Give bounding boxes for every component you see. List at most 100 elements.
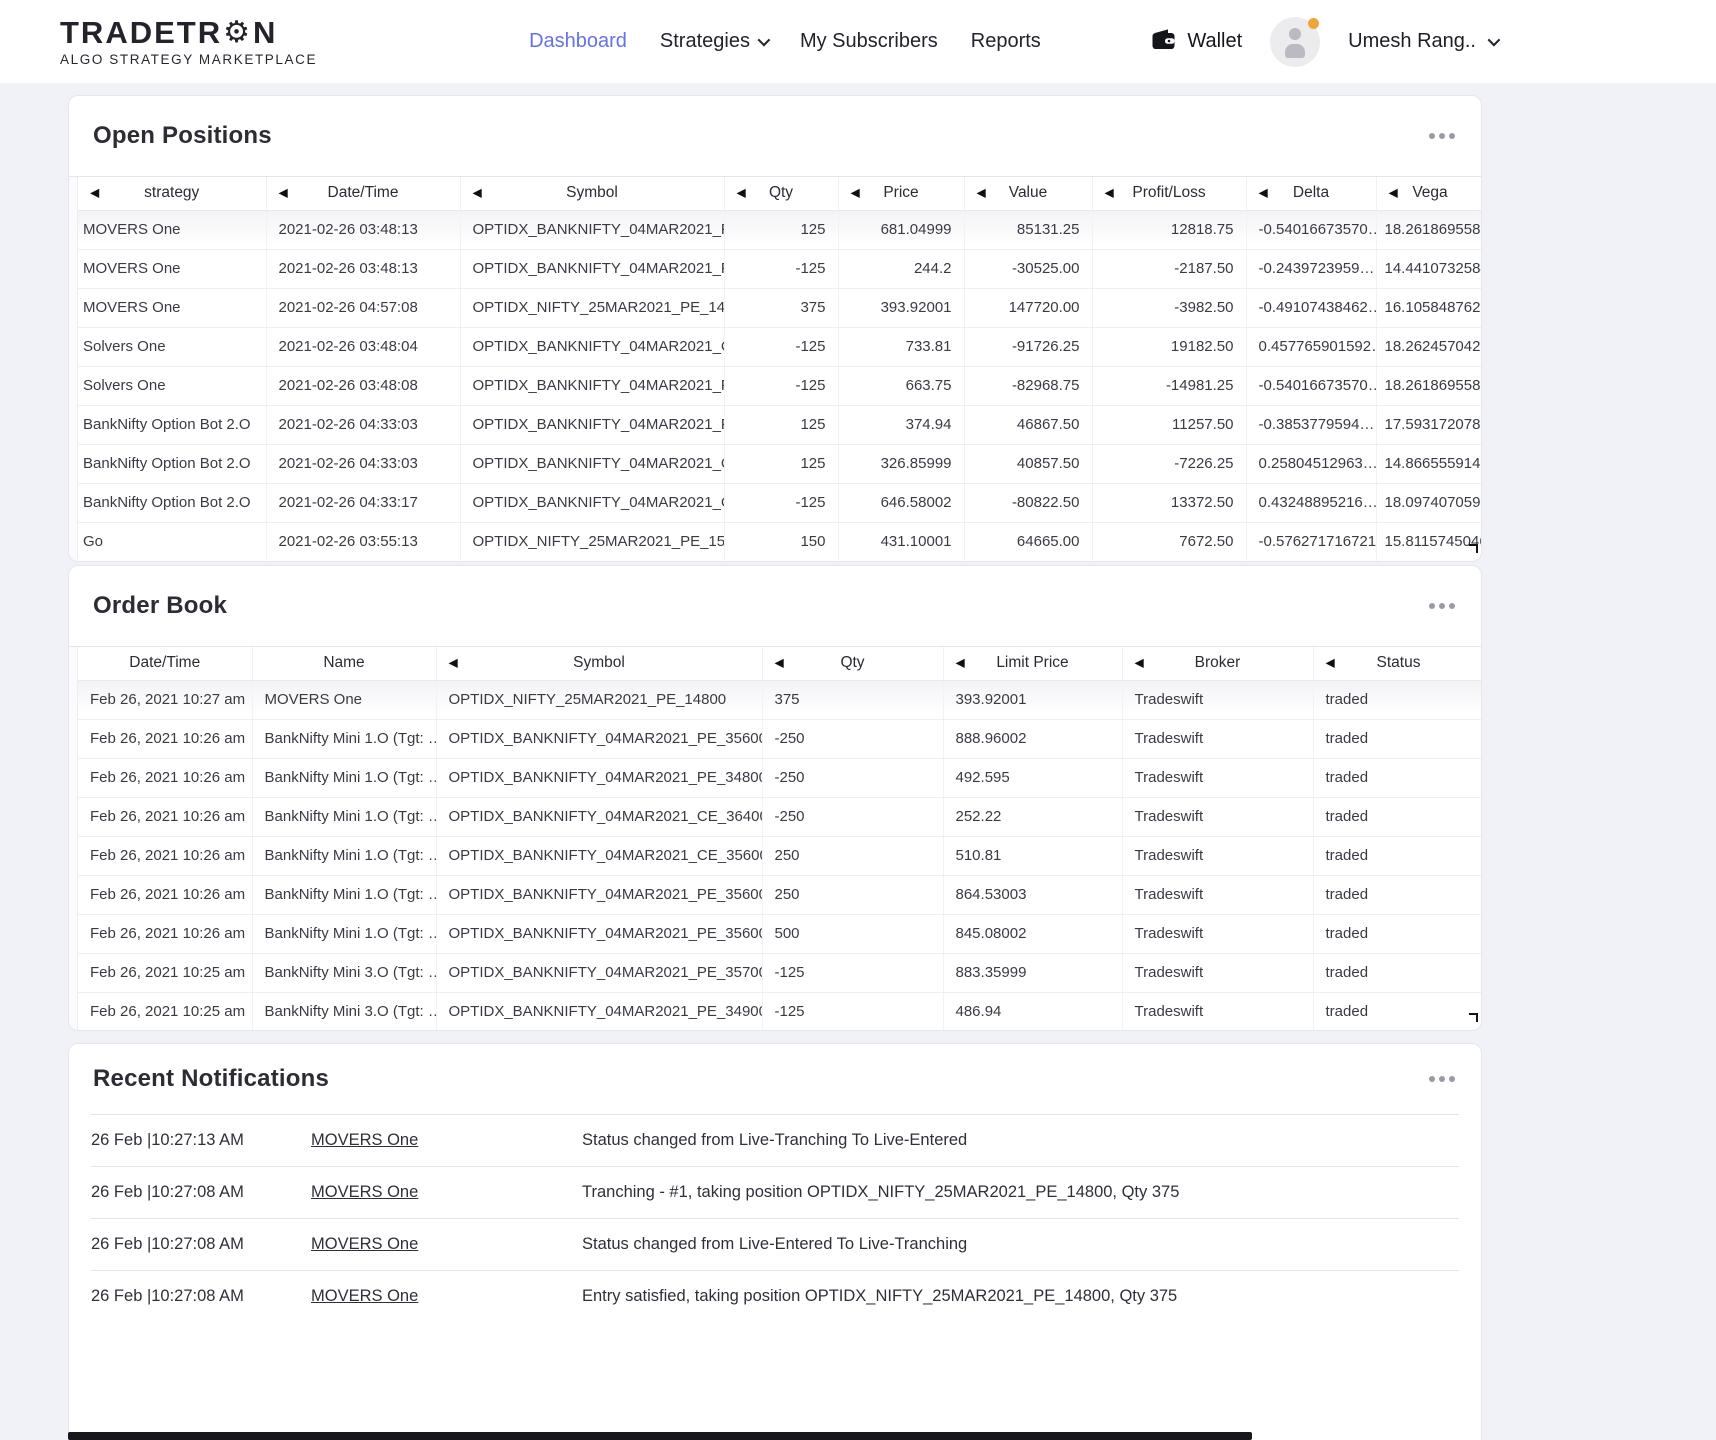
cell-symbol: OPTIDX_BANKNIFTY_04MAR2021_CE_36400 — [436, 797, 763, 837]
collapse-column-icon[interactable]: ◀ — [1259, 186, 1268, 200]
collapse-column-icon[interactable]: ◀ — [737, 186, 746, 200]
cell-value: 40857.50 — [964, 444, 1093, 484]
column-header-broker[interactable]: ◀ Broker — [1122, 647, 1314, 681]
collapse-column-icon[interactable]: ◀ — [279, 186, 288, 200]
cell-datetime: 2021-02-26 04:33:17 — [266, 483, 461, 523]
cell-qty: 500 — [762, 914, 944, 954]
cell-datetime: 2021-02-26 03:48:08 — [266, 366, 461, 406]
nav-my-subscribers[interactable]: My Subscribers — [800, 30, 938, 53]
table-row: BankNifty Option Bot 2.O 2021-02-26 04:33… — [78, 483, 1481, 523]
card-menu-button[interactable] — [1427, 597, 1457, 615]
column-label: Date/Time — [129, 654, 201, 672]
avatar[interactable] — [1270, 16, 1321, 67]
column-header-vega[interactable]: ◀ Vega — [1376, 177, 1481, 211]
cell-datetime: 2021-02-26 04:33:03 — [266, 444, 461, 484]
collapse-column-icon[interactable]: ◀ — [1326, 656, 1335, 670]
open-positions-table: ◀ strategy ◀ Date/Time ◀ Symbol ◀ Qty ◀ Price ◀ Val… — [78, 177, 1481, 561]
chevron-down-icon — [757, 33, 771, 47]
order-book-header: Order Book — [69, 566, 1481, 646]
wallet-button[interactable]: Wallet — [1150, 27, 1242, 57]
main-navigation: Dashboard Strategies My Subscribers Repo… — [529, 30, 1041, 53]
recent-notifications-title: Recent Notifications — [93, 1065, 330, 1092]
app-logo[interactable]: TRADETR ⚙ N ALGO STRATEGY MARKETPLACE — [60, 17, 317, 67]
open-positions-title: Open Positions — [93, 122, 272, 149]
cell-datetime: 2021-02-26 03:48:13 — [266, 210, 461, 250]
cell-delta: -0.54016673570… — [1246, 210, 1377, 250]
column-header-delta[interactable]: ◀ Delta — [1246, 177, 1377, 211]
table-header-row: ◀ strategy ◀ Date/Time ◀ Symbol ◀ Qty ◀ Price ◀ Val… — [78, 177, 1481, 211]
column-header-symbol[interactable]: ◀ Symbol — [436, 647, 763, 681]
cell-qty: 250 — [762, 875, 944, 915]
cell-datetime: 2021-02-26 03:48:13 — [266, 249, 461, 289]
cell-symbol: OPTIDX_BANKNIFTY_04MAR2021_PE_35600 — [436, 719, 763, 759]
notification-strategy-link[interactable]: MOVERS One — [311, 1183, 418, 1201]
collapse-column-icon[interactable]: ◀ — [1135, 656, 1144, 670]
collapse-column-icon[interactable]: ◀ — [449, 656, 458, 670]
notification-strategy-link[interactable]: MOVERS One — [311, 1131, 418, 1149]
cell-status: traded — [1313, 836, 1481, 876]
table-row: Feb 26, 2021 10:26 am BankNifty Mini 1.O … — [78, 914, 1481, 954]
notification-strategy-link[interactable]: MOVERS One — [311, 1235, 418, 1253]
column-header-profit_loss[interactable]: ◀ Profit/Loss — [1092, 177, 1247, 211]
nav-dashboard-label: Dashboard — [529, 30, 627, 52]
column-header-qty[interactable]: ◀ Qty — [724, 177, 839, 211]
collapse-column-icon[interactable]: ◀ — [851, 186, 860, 200]
cell-datetime: 2021-02-26 04:57:08 — [266, 288, 461, 328]
nav-reports[interactable]: Reports — [971, 30, 1041, 53]
cell-datetime: 2021-02-26 03:48:04 — [266, 327, 461, 367]
table-row: Feb 26, 2021 10:27 am MOVERS One OPTIDX_NI… — [78, 680, 1481, 720]
cell-price: 681.04999 — [838, 210, 965, 250]
table-row: Solvers One 2021-02-26 03:48:08 OPTIDX_BAN… — [78, 366, 1481, 406]
cell-qty: -125 — [724, 483, 839, 523]
cell-name: BankNifty Mini 1.O (Tgt: … — [252, 836, 437, 876]
cell-broker: Tradeswift — [1122, 758, 1314, 798]
cell-datetime: Feb 26, 2021 10:27 am — [78, 680, 253, 720]
column-header-status[interactable]: ◀ Status — [1313, 647, 1481, 681]
cell-qty: -125 — [724, 249, 839, 289]
column-label: Vega — [1412, 184, 1448, 202]
cell-broker: Tradeswift — [1122, 953, 1314, 993]
cell-status: traded — [1313, 914, 1481, 954]
cell-broker: Tradeswift — [1122, 914, 1314, 954]
column-header-qty[interactable]: ◀ Qty — [762, 647, 944, 681]
column-header-strategy[interactable]: ◀ strategy — [78, 177, 267, 211]
nav-strategies[interactable]: Strategies — [660, 30, 771, 53]
cell-name: BankNifty Mini 3.O (Tgt: … — [252, 953, 437, 993]
notification-message: Status changed from Live-Tranching To Li… — [582, 1131, 968, 1149]
cell-status: traded — [1313, 758, 1481, 798]
notification-strategy-link[interactable]: MOVERS One — [311, 1287, 418, 1305]
column-header-symbol[interactable]: ◀ Symbol — [460, 177, 725, 211]
collapse-column-icon[interactable]: ◀ — [956, 656, 965, 670]
card-menu-button[interactable] — [1427, 1070, 1457, 1088]
user-menu[interactable]: Umesh Rang.. — [1348, 30, 1501, 53]
table-row: Feb 26, 2021 10:25 am BankNifty Mini 3.O … — [78, 992, 1481, 1030]
table-row: MOVERS One 2021-02-26 03:48:13 OPTIDX_BANK… — [78, 249, 1481, 289]
notification-message: Status changed from Live-Entered To Live… — [582, 1235, 968, 1253]
recent-notifications-header: Recent Notifications — [69, 1044, 1481, 1114]
column-header-limit_price[interactable]: ◀ Limit Price — [943, 647, 1123, 681]
column-header-price[interactable]: ◀ Price — [838, 177, 965, 211]
horizontal-scrollbar[interactable] — [68, 1432, 1252, 1440]
column-label: Limit Price — [996, 654, 1069, 672]
scroll-corner-icon — [1469, 1013, 1478, 1022]
collapse-column-icon[interactable]: ◀ — [1105, 186, 1114, 200]
cell-broker: Tradeswift — [1122, 719, 1314, 759]
column-header-datetime[interactable]: ◀ Date/Time — [266, 177, 461, 211]
card-menu-button[interactable] — [1427, 127, 1457, 145]
nav-dashboard[interactable]: Dashboard — [529, 30, 627, 53]
cell-qty: -250 — [762, 719, 944, 759]
column-label: Symbol — [573, 654, 625, 672]
cell-value: 46867.50 — [964, 405, 1093, 445]
collapse-column-icon[interactable]: ◀ — [775, 656, 784, 670]
cell-datetime: Feb 26, 2021 10:26 am — [78, 719, 253, 759]
collapse-column-icon[interactable]: ◀ — [977, 186, 986, 200]
cell-delta: -0.54016673570… — [1246, 366, 1377, 406]
collapse-column-icon[interactable]: ◀ — [1389, 186, 1398, 200]
collapse-column-icon[interactable]: ◀ — [90, 186, 99, 200]
table-header-row: Date/Time Name ◀ Symbol ◀ Qty ◀ Limit Price ◀ Bro… — [78, 647, 1481, 681]
column-header-value[interactable]: ◀ Value — [964, 177, 1093, 211]
notification-row: 26 Feb |10:27:13 AM MOVERS One Status chan… — [91, 1114, 1459, 1166]
order-book-table: Date/Time Name ◀ Symbol ◀ Qty ◀ Limit Price ◀ Bro… — [78, 647, 1481, 1030]
collapse-column-icon[interactable]: ◀ — [473, 186, 482, 200]
notification-time: 26 Feb |10:27:08 AM — [91, 1183, 244, 1201]
